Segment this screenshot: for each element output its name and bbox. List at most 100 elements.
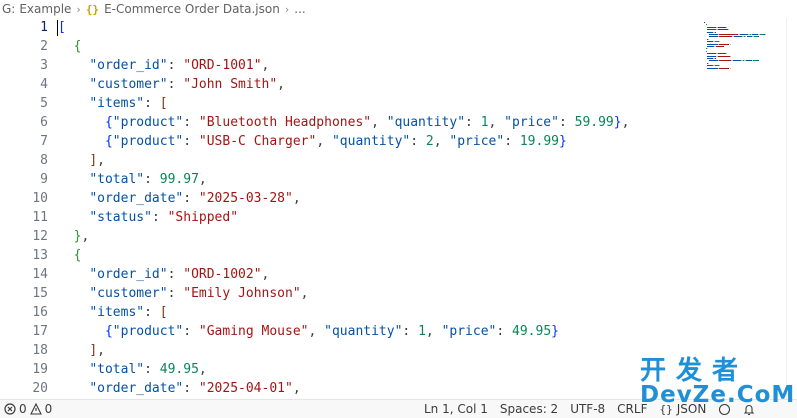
code-line[interactable]: },	[58, 227, 698, 246]
line-number: 7	[40, 134, 48, 149]
code-line[interactable]: "total": 49.95,	[58, 360, 698, 379]
code-token: 49.95	[159, 362, 199, 377]
code-line[interactable]: ],	[58, 151, 698, 170]
minimap-line	[739, 34, 749, 35]
cursor-position[interactable]: Ln 1, Col 1	[418, 402, 494, 416]
code-line[interactable]: "order_date": "2025-04-01",	[58, 379, 698, 398]
notifications-bell-icon[interactable]	[737, 402, 761, 416]
code-token: :	[144, 305, 160, 320]
code-line[interactable]: "items": [	[58, 94, 698, 113]
code-line[interactable]: "status": "Shipped"	[58, 208, 698, 227]
code-token: :	[183, 115, 199, 130]
encoding-setting[interactable]: UTF-8	[564, 402, 611, 416]
code-token: "customer"	[89, 77, 168, 92]
code-token: [	[159, 305, 168, 320]
code-token: :	[402, 324, 419, 339]
code-token: 1	[418, 324, 426, 339]
minimap-line	[719, 60, 732, 62]
minimap-line	[719, 65, 721, 67]
line-number: 17	[32, 324, 48, 339]
code-line[interactable]: "customer": "Emily Johnson",	[58, 284, 698, 303]
code-token: :	[496, 324, 513, 339]
language-mode[interactable]: {} JSON	[653, 402, 712, 416]
breadcrumb-folder[interactable]: Example	[17, 2, 73, 16]
line-number: 19	[32, 362, 48, 377]
code-editor[interactable]: 1 2 3 4 5 6 7 8 9 10 11 12 13 14 15 16 17 18 19 20 [ { "ord…	[0, 18, 797, 399]
code-token: ]	[89, 343, 98, 358]
code-token: "Shipped"	[167, 210, 239, 225]
code-token: {	[73, 39, 82, 54]
code-token: "order_date"	[89, 191, 184, 206]
code-token: :	[167, 267, 184, 282]
code-token: :	[410, 134, 426, 149]
feedback-icon[interactable]	[712, 402, 737, 416]
code-line[interactable]: "customer": "John Smith",	[58, 75, 698, 94]
minimap[interactable]	[700, 18, 784, 138]
code-token: "total"	[89, 362, 145, 377]
line-number: 20	[32, 381, 48, 396]
json-braces-icon: {}	[659, 402, 673, 416]
code-token: :	[144, 96, 160, 111]
minimap-line	[709, 60, 718, 62]
line-number-gutter: 1 2 3 4 5 6 7 8 9 10 11 12 13 14 15 16 17 18 19 20	[0, 18, 56, 398]
minimap-line	[708, 38, 710, 40]
code-token: ,	[97, 153, 105, 168]
code-line[interactable]: {"product": "Bluetooth Headphones", "qua…	[58, 113, 698, 132]
breadcrumb-more[interactable]: ...	[292, 2, 307, 16]
code-token: ,	[425, 324, 442, 339]
code-token: ,	[261, 58, 270, 73]
breadcrumb-drive[interactable]: G:	[0, 2, 17, 16]
code-token: {	[73, 248, 82, 263]
line-number: 2	[40, 39, 48, 54]
code-line[interactable]: "order_date": "2025-03-28",	[58, 189, 698, 208]
code-line[interactable]: "order_id": "ORD-1001",	[58, 56, 698, 75]
eol-setting[interactable]: CRLF	[611, 402, 653, 416]
code-line[interactable]: "items": [	[58, 303, 698, 322]
line-number: 5	[40, 96, 48, 111]
line-number: 9	[40, 172, 48, 187]
code-token: :	[151, 210, 168, 225]
minimap-line	[726, 53, 728, 55]
code-token: ,	[97, 343, 105, 358]
code-token: [	[159, 96, 168, 111]
code-token: ,	[261, 267, 270, 282]
code-token: "customer"	[89, 286, 168, 301]
minimap-line	[765, 34, 767, 35]
code-token: :	[144, 172, 160, 187]
code-token: "price"	[449, 134, 505, 149]
indentation-setting[interactable]: Spaces: 2	[494, 402, 564, 416]
line-number: 13	[32, 248, 48, 263]
code-line[interactable]: {	[58, 37, 698, 56]
breadcrumb-file[interactable]: E-Commerce Order Data.json	[102, 2, 282, 16]
code-token: "ORD-1001"	[183, 58, 262, 73]
code-line[interactable]: "total": 99.97,	[58, 170, 698, 189]
code-line[interactable]: [	[57, 18, 698, 37]
code-line[interactable]: ],	[58, 341, 698, 360]
vertical-scrollbar[interactable]	[786, 18, 797, 399]
code-token: ,	[277, 77, 285, 92]
minimap-line	[729, 67, 731, 69]
code-line[interactable]: {"product": "USB-C Charger", "quantity":…	[58, 132, 698, 151]
chevron-right-icon: ›	[284, 2, 290, 16]
code-line[interactable]: {"product": "Gaming Mouse", "quantity": …	[58, 322, 698, 341]
code-token: }	[558, 134, 567, 149]
line-number: 6	[40, 115, 48, 130]
code-token: :	[167, 58, 184, 73]
code-token: {	[104, 115, 113, 130]
code-token: "Bluetooth Headphones"	[198, 115, 372, 130]
problems-indicator[interactable]: 0 0	[4, 402, 52, 416]
code-token: }	[551, 324, 559, 339]
code-token: "order_date"	[89, 381, 184, 396]
code-line[interactable]: "order_id": "ORD-1002",	[58, 265, 698, 284]
code-area[interactable]: [ { "order_id": "ORD-1001", "customer": …	[57, 18, 698, 398]
code-token: 59.99	[574, 115, 614, 130]
minimap-line	[707, 26, 716, 28]
minimap-line	[727, 29, 729, 31]
status-bar: 0 0 Ln 1, Col 1 Spaces: 2 UTF-8 CRLF {} …	[0, 399, 797, 418]
code-line[interactable]: {	[58, 246, 698, 265]
minimap-line	[757, 60, 759, 62]
